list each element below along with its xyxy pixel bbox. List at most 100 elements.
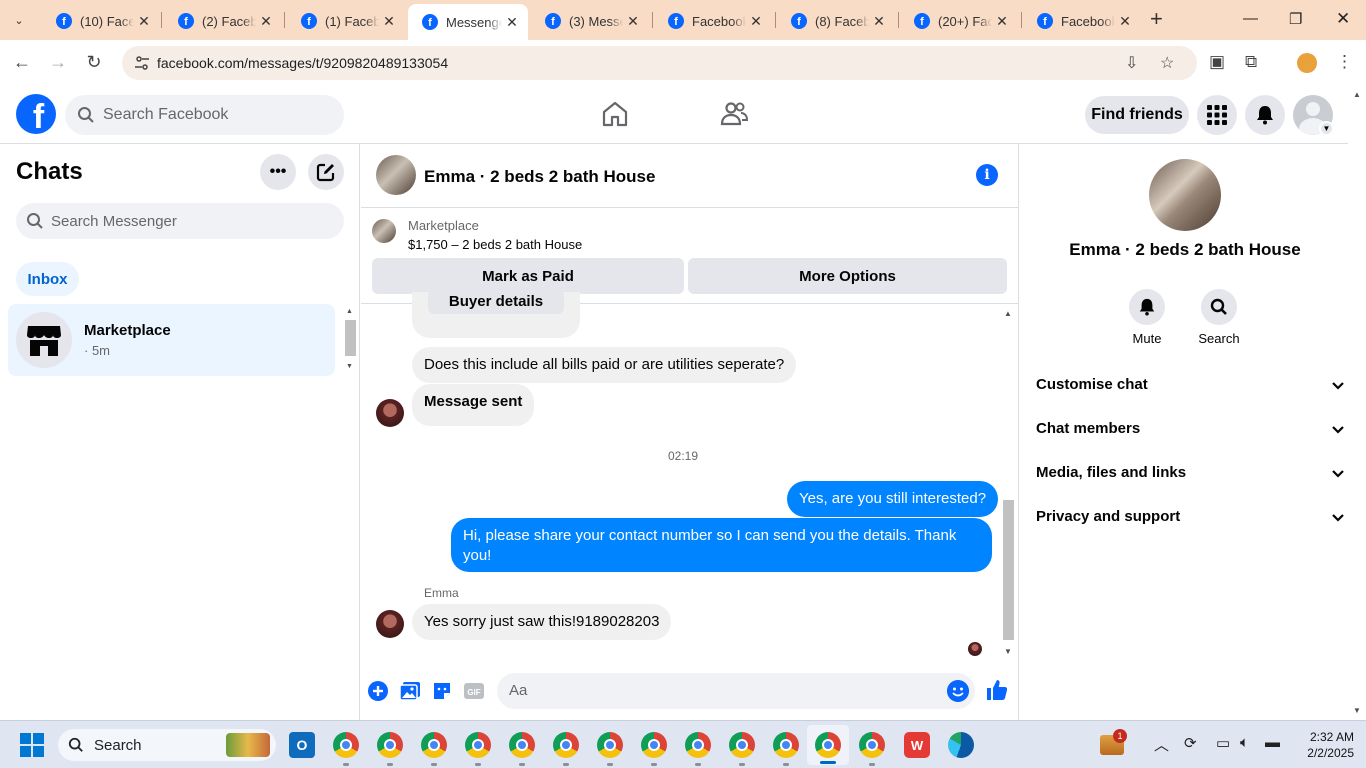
browser-tab[interactable]: f Facebook ✕ [654, 6, 772, 36]
browser-tab-active[interactable]: f Messenger ✕ [408, 4, 528, 40]
listing-thumbnail[interactable] [372, 219, 396, 243]
tab-close-icon[interactable]: ✕ [502, 14, 522, 31]
battery-icon[interactable]: ▬ [1265, 734, 1280, 751]
chrome-profile-icon[interactable] [421, 732, 447, 758]
chats-options-button[interactable]: ••• [260, 154, 296, 190]
scrollbar-thumb[interactable] [345, 320, 356, 356]
emoji-icon[interactable] [947, 680, 969, 702]
tray-overflow-chevron-icon[interactable]: ︿ [1154, 734, 1169, 755]
taskbar-search[interactable]: Search [58, 729, 276, 761]
profile-name[interactable]: Emma · 2 beds 2 bath House [1020, 240, 1350, 260]
conversation-avatar[interactable] [376, 155, 416, 195]
new-tab-plus-icon[interactable]: + [1150, 8, 1163, 30]
message-input-wrapper[interactable] [497, 673, 975, 709]
browser-tab[interactable]: f (10) Facebook ✕ [42, 6, 160, 36]
account-chevron-down-icon[interactable]: ▼ [1319, 121, 1334, 136]
browser-tab[interactable]: f Facebook ✕ [1023, 6, 1141, 36]
extensions-puzzle-icon[interactable]: ⧉ [1245, 52, 1257, 72]
scroll-down-arrow-icon[interactable]: ▼ [1004, 647, 1012, 656]
volume-icon[interactable]: 🔈︎ [1240, 734, 1249, 751]
chrome-profile-icon[interactable] [641, 732, 667, 758]
sync-icon[interactable]: ⟳ [1184, 734, 1197, 752]
tab-close-icon[interactable]: ✕ [623, 13, 643, 30]
chrome-profile-icon[interactable] [685, 732, 711, 758]
browser-tab[interactable]: f (2) Facebook ✕ [164, 6, 282, 36]
outlook-app-icon[interactable]: O [289, 732, 315, 758]
reload-icon[interactable]: ↻ [83, 52, 105, 73]
menu-grid-button[interactable] [1197, 95, 1237, 135]
chrome-profile-icon[interactable] [509, 732, 535, 758]
browser-tab[interactable]: f (3) Messenger ✕ [531, 6, 649, 36]
bookmark-star-icon[interactable]: ☆ [1160, 53, 1174, 73]
window-minimize-icon[interactable]: — [1243, 10, 1258, 27]
messenger-search-input[interactable] [51, 212, 311, 230]
mark-as-paid-button[interactable]: Mark as Paid [372, 258, 684, 294]
url-text[interactable]: facebook.com/messages/t/9209820489133054 [157, 55, 448, 71]
tab-close-icon[interactable]: ✕ [746, 13, 766, 30]
page-scrollbar[interactable]: ▲ ▼ [1349, 86, 1366, 720]
scroll-up-arrow-icon[interactable]: ▲ [1004, 309, 1012, 318]
inbox-filter-tab[interactable]: Inbox [16, 262, 79, 296]
scrollbar-thumb[interactable] [1003, 500, 1014, 640]
buyer-details-button[interactable]: Buyer details [428, 290, 564, 314]
windows-start-icon[interactable] [20, 733, 44, 757]
chrome-profile-icon[interactable] [377, 732, 403, 758]
facebook-search-input[interactable] [103, 106, 323, 124]
browser-profile-avatar[interactable] [1297, 53, 1317, 73]
browser-tab[interactable]: f (1) Facebook ✕ [287, 6, 405, 36]
sticker-icon[interactable] [431, 680, 453, 702]
site-info-icon[interactable] [134, 55, 150, 71]
mute-action[interactable]: Mute [1111, 289, 1183, 346]
browser-tab[interactable]: f (20+) Facebook ✕ [900, 6, 1018, 36]
browser-menu-icon[interactable]: ⋮ [1336, 52, 1353, 72]
listing-price-title[interactable]: $1,750 – 2 beds 2 bath House [408, 237, 582, 252]
back-arrow-icon[interactable]: ← [11, 52, 33, 73]
tab-close-icon[interactable]: ✕ [256, 13, 276, 30]
wps-office-icon[interactable]: W [904, 732, 930, 758]
emma-avatar[interactable] [376, 610, 404, 638]
chrome-profile-icon[interactable] [465, 732, 491, 758]
chrome-profile-icon-active[interactable] [815, 732, 841, 758]
message-input[interactable] [509, 682, 929, 699]
address-bar[interactable]: facebook.com/messages/t/9209820489133054… [122, 46, 1197, 80]
conversation-scrollbar[interactable]: ▲ ▼ [1001, 307, 1016, 659]
facebook-search[interactable] [65, 95, 344, 135]
tab-close-icon[interactable]: ✕ [134, 13, 154, 30]
find-friends-button[interactable]: Find friends [1085, 96, 1189, 134]
privacy-support-section[interactable]: Privacy and support [1036, 508, 1344, 525]
mute-button[interactable] [1129, 289, 1165, 325]
chat-list-item[interactable]: Marketplace · 5m [8, 304, 335, 376]
scroll-up-arrow-icon[interactable]: ▲ [1353, 90, 1361, 99]
scroll-down-arrow-icon[interactable]: ▼ [346, 363, 353, 370]
search-in-conversation-button[interactable] [1201, 289, 1237, 325]
scroll-down-arrow-icon[interactable]: ▼ [1353, 706, 1361, 715]
facebook-logo-icon[interactable]: f [16, 94, 56, 134]
scroll-up-arrow-icon[interactable]: ▲ [346, 308, 353, 315]
thumbs-up-icon[interactable] [985, 678, 1009, 702]
gif-icon[interactable]: GIF [463, 680, 485, 702]
chat-list-scrollbar[interactable]: ▲ ▼ [343, 306, 357, 372]
chrome-profile-icon[interactable] [859, 732, 885, 758]
chat-members-section[interactable]: Chat members [1036, 420, 1344, 437]
tab-close-icon[interactable]: ✕ [379, 13, 399, 30]
chrome-profile-icon[interactable] [729, 732, 755, 758]
window-close-icon[interactable]: ✕ [1336, 9, 1350, 29]
display-icon[interactable]: ▭ [1216, 734, 1230, 752]
notifications-button[interactable] [1245, 95, 1285, 135]
install-app-icon[interactable]: ⇩ [1125, 53, 1138, 73]
edge-browser-icon[interactable] [948, 732, 974, 758]
chrome-profile-icon[interactable] [773, 732, 799, 758]
tab-close-icon[interactable]: ✕ [869, 13, 889, 30]
chrome-profile-icon[interactable] [597, 732, 623, 758]
info-icon[interactable]: i [976, 164, 998, 186]
customise-chat-section[interactable]: Customise chat [1036, 376, 1344, 393]
forward-arrow-icon[interactable]: → [47, 52, 69, 73]
tab-search-chevron-icon[interactable]: ⌄ [8, 9, 30, 31]
profile-picture[interactable] [1149, 159, 1221, 231]
photo-gallery-icon[interactable] [399, 680, 421, 702]
new-message-button[interactable] [308, 154, 344, 190]
taskbar-clock[interactable]: 2:32 AM 2/2/2025 [1294, 729, 1354, 761]
chrome-profile-icon[interactable] [553, 732, 579, 758]
home-icon[interactable] [600, 99, 630, 129]
media-files-links-section[interactable]: Media, files and links [1036, 464, 1344, 481]
